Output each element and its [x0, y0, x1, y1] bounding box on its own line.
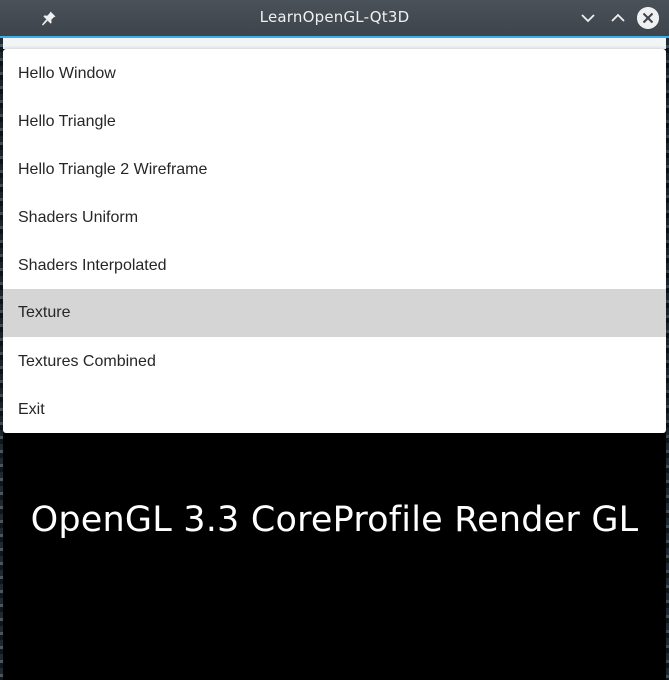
render-label: OpenGL 3.3 CoreProfile Render GL	[30, 500, 639, 540]
menu-item-hello-triangle[interactable]: Hello Triangle	[3, 98, 666, 146]
app-window: LearnOpenGL-Qt3D OpenGL 3.3 CoreProfile …	[0, 0, 669, 680]
menu-item-texture[interactable]: Texture	[3, 289, 666, 337]
window-title: LearnOpenGL-Qt3D	[259, 8, 410, 26]
menu-item-exit[interactable]: Exit	[3, 386, 666, 434]
menu-item-textures-combined[interactable]: Textures Combined	[3, 338, 666, 386]
menu-item-hello-triangle-2-wireframe[interactable]: Hello Triangle 2 Wireframe	[3, 146, 666, 194]
popup-menu: Hello Window Hello Triangle Hello Triang…	[3, 49, 666, 433]
close-button[interactable]	[637, 7, 659, 29]
menu-item-shaders-uniform[interactable]: Shaders Uniform	[3, 194, 666, 242]
minimize-button[interactable]	[578, 8, 598, 28]
menu-item-shaders-interpolated[interactable]: Shaders Interpolated	[3, 242, 666, 290]
menu-item-hello-window[interactable]: Hello Window	[3, 50, 666, 98]
menu-top-strip	[3, 38, 666, 49]
title-bar[interactable]: LearnOpenGL-Qt3D	[0, 0, 669, 36]
maximize-button[interactable]	[608, 8, 628, 28]
